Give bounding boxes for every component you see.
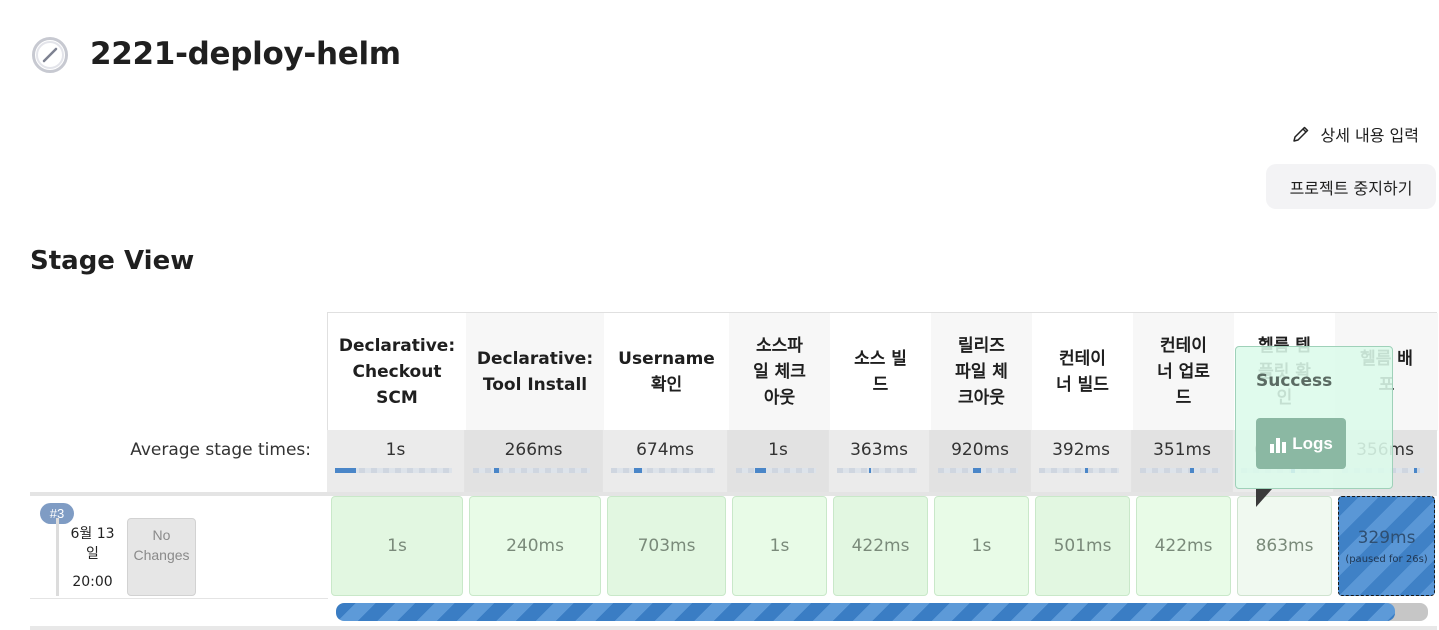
avg-time-cell: 674ms (603, 430, 728, 492)
stage-header: Declarative: Tool Install (466, 313, 604, 431)
stage-result-cell[interactable]: 422ms (1136, 496, 1231, 596)
bar-chart-icon (1270, 437, 1287, 453)
page-title: 2221-deploy-helm (90, 36, 401, 72)
avg-time-bar (837, 468, 917, 473)
paused-note: (paused for 26s) (1345, 553, 1428, 565)
pencil-icon (1292, 126, 1308, 142)
avg-time-bar (611, 468, 715, 473)
stage-duration: 501ms (1053, 536, 1112, 556)
avg-time-value: 920ms (951, 440, 1009, 460)
no-changes-box[interactable]: No Changes (127, 518, 196, 596)
stage-duration: 863ms (1255, 536, 1314, 556)
row-border (30, 598, 328, 599)
stage-result-cell[interactable]: 422ms (833, 496, 928, 596)
stage-header: 소스 빌드 (830, 313, 931, 431)
stage-result-cell[interactable]: 1s (732, 496, 827, 596)
avg-time-cell: 1s (728, 430, 829, 492)
build-run-row: #3 6월 13 일 20:00 No Changes 1s 240ms 703ms… (0, 496, 1439, 598)
stage-view: Declarative: Checkout SCM Declarative: Tool … (0, 312, 1439, 630)
stage-duration: 1s (769, 536, 790, 556)
avg-time-cell: 266ms (465, 430, 603, 492)
pipeline-disabled-icon (32, 37, 68, 73)
stage-result-cell[interactable]: 863ms (1237, 496, 1332, 596)
avg-time-cell: 1s (327, 430, 465, 492)
stage-duration: 422ms (1154, 536, 1213, 556)
stage-duration: 240ms (506, 536, 564, 556)
section-title: Stage View (30, 246, 195, 276)
avg-time-value: 1s (385, 440, 406, 460)
avg-time-bar (335, 468, 452, 473)
next-row-strip (30, 626, 1437, 630)
stage-header: 릴리즈 파일 체 크아웃 (931, 313, 1032, 431)
build-progress-bar (336, 603, 1428, 621)
stage-header: Declarative: Checkout SCM (328, 313, 466, 431)
stage-header: Username 확인 (604, 313, 729, 431)
edit-description-link[interactable]: 상세 내용 입력 (1291, 122, 1420, 146)
stage-result-cell[interactable]: 1s (331, 496, 463, 596)
stage-result-cell[interactable]: 329ms (paused for 26s) (1338, 496, 1435, 596)
build-date: 6월 13 일 20:00 (56, 518, 126, 596)
disable-project-button[interactable]: 프로젝트 중지하기 (1266, 164, 1436, 209)
avg-time-bar (1140, 468, 1220, 473)
stage-status-popover: Success Logs (1235, 346, 1393, 507)
avg-stage-times-label: Average stage times: (130, 440, 311, 460)
stage-result-cell[interactable]: 501ms (1035, 496, 1130, 596)
avg-time-cell: 363ms (829, 430, 930, 492)
popover-arrow (1256, 489, 1272, 507)
build-time: 20:00 (72, 574, 113, 590)
avg-time-value: 363ms (850, 440, 908, 460)
stage-duration: 703ms (637, 536, 696, 556)
stage-header: 소스파 일 체크 아웃 (729, 313, 830, 431)
avg-time-cell: 920ms (930, 430, 1031, 492)
stage-header: 컨테이 너 빌드 (1032, 313, 1133, 431)
avg-time-value: 1s (768, 440, 788, 460)
avg-time-value: 351ms (1153, 440, 1211, 460)
avg-time-bar (1039, 468, 1119, 473)
avg-time-bar (473, 468, 590, 473)
edit-description-label: 상세 내용 입력 (1320, 126, 1420, 145)
avg-time-value: 674ms (636, 440, 694, 460)
avg-time-value: 266ms (504, 440, 563, 460)
stage-result-cell[interactable]: 703ms (607, 496, 726, 596)
build-date-line1: 6월 13 (70, 526, 115, 542)
build-date-line2: 일 (86, 546, 99, 562)
avg-time-value: 392ms (1052, 440, 1110, 460)
logs-label: Logs (1292, 433, 1333, 453)
avg-time-bar (938, 468, 1018, 473)
avg-time-bar (736, 468, 816, 473)
stage-header: 컨테이 너 업로 드 (1133, 313, 1234, 431)
avg-time-cell: 351ms (1132, 430, 1233, 492)
stage-duration: 329ms (1357, 527, 1416, 548)
avg-time-cell: 392ms (1031, 430, 1132, 492)
stage-result-cell[interactable]: 240ms (469, 496, 601, 596)
stage-duration: 1s (971, 536, 992, 556)
stage-duration: 422ms (851, 536, 910, 556)
stage-duration: 1s (387, 536, 407, 556)
logs-button[interactable]: Logs (1256, 418, 1346, 469)
popover-status: Success (1256, 371, 1333, 391)
stage-result-cell[interactable]: 1s (934, 496, 1029, 596)
